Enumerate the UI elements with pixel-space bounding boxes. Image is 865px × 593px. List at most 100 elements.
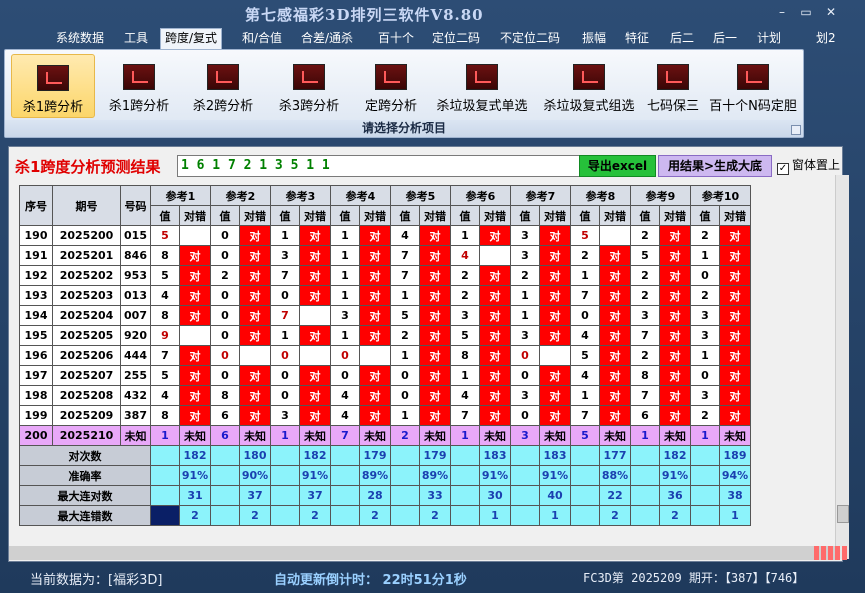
col-header-ref[interactable]: 参考3 xyxy=(270,185,331,206)
ref-result: 对 xyxy=(659,225,691,246)
result-value-field[interactable]: 1 6 1 7 2 1 3 5 1 1 xyxy=(177,155,584,177)
table-row[interactable]: 191 2025201 846 8 对 0 对 3 对 1 对 7 对 4 3 对 2 对 5 对 1 对 xyxy=(19,245,751,266)
ribbon-button[interactable]: 杀1跨分析 xyxy=(11,54,95,118)
table-row[interactable]: 195 2025205 920 9 0 对 1 对 1 对 2 对 5 对 3 对 4 对 7 对 3 对 xyxy=(19,325,751,346)
table-row[interactable]: 192 2025202 953 5 对 2 对 7 对 1 对 7 对 2 对 2 对 1 对 2 对 0 对 xyxy=(19,265,751,286)
ref-result: 对 xyxy=(479,325,511,346)
menu-item[interactable]: 定位二码 xyxy=(428,29,484,48)
ribbon-button-label: 杀1跨分析 xyxy=(108,99,170,114)
col-header-ref[interactable]: 参考7 xyxy=(510,185,571,206)
col-header-ref[interactable]: 参考5 xyxy=(390,185,451,206)
stat-value: 33 xyxy=(419,485,451,506)
resize-grip[interactable] xyxy=(814,546,848,560)
row-issue: 2025210 xyxy=(52,425,121,446)
menu-item[interactable]: 特征 xyxy=(621,29,653,48)
ref-value: 3 xyxy=(630,305,660,326)
ref-result: 对 xyxy=(179,365,211,386)
col-header-ref[interactable]: 参考6 xyxy=(450,185,511,206)
col-header-ref[interactable]: 参考10 xyxy=(690,185,751,206)
ref-result: 对 xyxy=(659,365,691,386)
ref-value: 7 xyxy=(150,345,180,366)
stat-spacer xyxy=(510,485,540,506)
title-bar: 第七感福彩3D排列三软件V8.80 – ▭ ✕ xyxy=(0,0,865,27)
ribbon-expand-button[interactable] xyxy=(791,125,801,135)
chart-icon xyxy=(657,64,689,90)
ribbon-button[interactable]: 杀垃圾复式单选 xyxy=(429,54,535,118)
menu-item[interactable]: 跨度/复式 xyxy=(160,28,223,49)
menu-item[interactable]: 和/合值 xyxy=(238,29,286,48)
table-row[interactable]: 199 2025209 387 8 对 6 对 3 对 4 对 1 对 7 对 0 对 7 对 6 对 2 对 xyxy=(19,405,751,426)
ref-value: 1 xyxy=(270,325,300,346)
ref-result: 对 xyxy=(359,365,391,386)
menu-item[interactable]: 工具 xyxy=(120,29,152,48)
pending-row[interactable]: 200 2025210 未知 1 未知 6 未知 1 未知 7 未知 2 未知 1 未知 3 未知 5 未知 1 未知 1… xyxy=(19,425,751,446)
menu-item[interactable]: 后一 xyxy=(709,29,741,48)
row-code: 846 xyxy=(120,245,151,266)
ref-result: 对 xyxy=(419,285,451,306)
menu-item[interactable]: 振幅 xyxy=(578,29,610,48)
table-row[interactable]: 196 2025206 444 7 对 0 0 0 1 对 8 对 0 5 对 2 对 1 对 xyxy=(19,345,751,366)
stat-value: 88% xyxy=(599,465,631,486)
vertical-scroll-thumb[interactable] xyxy=(837,505,849,523)
export-excel-button[interactable]: 导出excel xyxy=(579,155,656,177)
stat-value: 182 xyxy=(659,445,691,466)
menu-item[interactable]: 合差/通杀 xyxy=(297,29,357,48)
table-row[interactable]: 198 2025208 432 4 对 8 对 0 对 4 对 0 对 4 对 3 对 1 对 7 对 3 对 xyxy=(19,385,751,406)
ref-value: 0 xyxy=(510,405,540,426)
table-row[interactable]: 190 2025200 015 5 0 对 1 对 1 对 4 对 1 对 3 对 5 2 对 2 对 xyxy=(19,225,751,246)
col-header-ref[interactable]: 参考8 xyxy=(570,185,631,206)
table-row[interactable]: 193 2025203 013 4 对 0 对 0 对 1 对 1 对 2 对 1 对 7 对 2 对 2 对 xyxy=(19,285,751,306)
ref-value: 0 xyxy=(390,365,420,386)
ribbon-button[interactable]: 定跨分析 xyxy=(349,54,433,118)
generate-base-button[interactable]: 用结果>生成大底 xyxy=(658,155,772,177)
ribbon-button[interactable]: 杀垃圾复式组选 xyxy=(537,54,641,118)
ribbon-button[interactable]: 七码保三 xyxy=(641,54,705,118)
ribbon-button[interactable]: 百十个N码定胆 xyxy=(707,54,799,118)
close-button[interactable]: ✕ xyxy=(822,4,840,20)
ref-value: 6 xyxy=(210,405,240,426)
horizontal-scrollbar[interactable] xyxy=(9,546,835,560)
menu-item[interactable]: 百十个 xyxy=(374,29,418,48)
menu-item[interactable]: 划2 xyxy=(812,29,840,48)
ref-result: 对 xyxy=(719,305,751,326)
col-header-ref[interactable]: 参考1 xyxy=(150,185,211,206)
ribbon-button[interactable]: 杀3跨分析 xyxy=(267,54,351,118)
col-header-ref[interactable]: 参考2 xyxy=(210,185,271,206)
col-header-ref[interactable]: 参考4 xyxy=(330,185,391,206)
stat-value: 37 xyxy=(299,485,331,506)
menu-item[interactable]: 系统数据 xyxy=(52,29,108,48)
topmost-check-icon[interactable]: ✓ xyxy=(777,163,789,175)
chart-icon xyxy=(123,64,155,90)
ref-result: 对 xyxy=(599,245,631,266)
table-row[interactable]: 197 2025207 255 5 对 0 对 0 对 0 对 0 对 1 对 0 对 4 对 8 对 0 对 xyxy=(19,365,751,386)
ref-result: 对 xyxy=(359,225,391,246)
ref-value: 0 xyxy=(210,325,240,346)
stat-label: 对次数 xyxy=(19,445,151,466)
chart-icon xyxy=(293,64,325,90)
ref-result: 对 xyxy=(599,405,631,426)
minimize-button[interactable]: – xyxy=(773,4,791,20)
vertical-scrollbar[interactable] xyxy=(835,175,849,559)
menu-item[interactable]: 计划 xyxy=(753,29,785,48)
ref-result: 对 xyxy=(419,385,451,406)
stat-value: 89% xyxy=(419,465,451,486)
ref-result: 对 xyxy=(599,345,631,366)
chart-icon xyxy=(207,64,239,90)
topmost-checkbox[interactable]: ✓ 窗体置上 xyxy=(777,156,840,175)
ref-result xyxy=(299,345,331,366)
ref-value: 1 xyxy=(510,305,540,326)
menu-item[interactable]: 后二 xyxy=(666,29,698,48)
row-code: 387 xyxy=(120,405,151,426)
col-header-ref[interactable]: 参考9 xyxy=(630,185,691,206)
ref-result: 对 xyxy=(719,225,751,246)
ribbon-button[interactable]: 杀2跨分析 xyxy=(181,54,265,118)
restore-button[interactable]: ▭ xyxy=(797,4,815,20)
stat-spacer xyxy=(330,505,360,526)
table-row[interactable]: 194 2025204 007 8 对 0 对 7 3 对 5 对 3 对 1 对 0 对 3 对 3 对 xyxy=(19,305,751,326)
stat-spacer xyxy=(630,445,660,466)
ribbon-button[interactable]: 杀1跨分析 xyxy=(97,54,181,118)
row-index: 196 xyxy=(19,345,53,366)
ref-value: 0 xyxy=(270,385,300,406)
menu-item[interactable]: 不定位二码 xyxy=(496,29,564,48)
ref-result: 对 xyxy=(359,305,391,326)
